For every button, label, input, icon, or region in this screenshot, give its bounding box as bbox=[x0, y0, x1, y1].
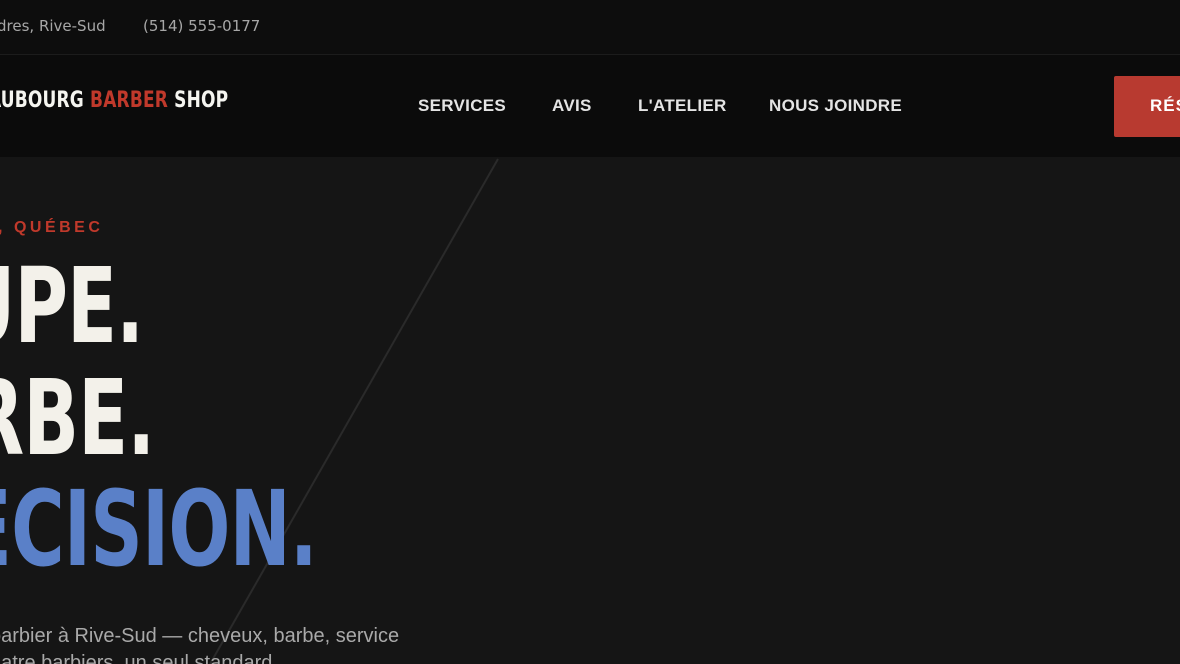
brand-name-barber: BARBER bbox=[90, 88, 169, 113]
top-info-bar: dres, Rive-Sud (514) 555-0177 bbox=[0, 0, 1180, 55]
nav-contact[interactable]: NOUS JOINDRE bbox=[769, 96, 902, 116]
hero-headline-line1: UPE. bbox=[0, 245, 144, 367]
book-button-label: RÉS bbox=[1150, 96, 1180, 115]
brand-name-part1: AUBOURG bbox=[0, 88, 84, 113]
hero-description-line2: uatre barbiers, un seul standard. bbox=[0, 652, 278, 664]
book-button[interactable]: RÉS bbox=[1114, 76, 1180, 137]
brand-name-shop: SHOP bbox=[168, 88, 229, 113]
hero-description-line1: barbier à Rive-Sud — cheveux, barbe, ser… bbox=[0, 625, 400, 647]
brand-logo[interactable]: AUBOURG BARBER SHOP bbox=[0, 88, 228, 113]
hero-headline-line2: RBE. bbox=[0, 357, 155, 479]
nav-services[interactable]: SERVICES bbox=[418, 96, 506, 116]
hero-section: D, QUÉBEC UPE. RBE. ÉCISION. barbier à R… bbox=[0, 157, 1180, 664]
nav-atelier[interactable]: L'ATELIER bbox=[638, 96, 727, 116]
nav-reviews[interactable]: AVIS bbox=[552, 96, 592, 116]
phone-link[interactable]: (514) 555-0177 bbox=[143, 17, 260, 35]
hero-location-kicker: D, QUÉBEC bbox=[0, 219, 104, 236]
main-navbar: AUBOURG BARBER SHOP SERVICES AVIS L'ATEL… bbox=[0, 55, 1180, 157]
hero-description: barbier à Rive-Sud — cheveux, barbe, ser… bbox=[0, 623, 399, 664]
address-text: dres, Rive-Sud bbox=[0, 17, 106, 35]
hero-headline-line3: ÉCISION. bbox=[0, 468, 318, 590]
